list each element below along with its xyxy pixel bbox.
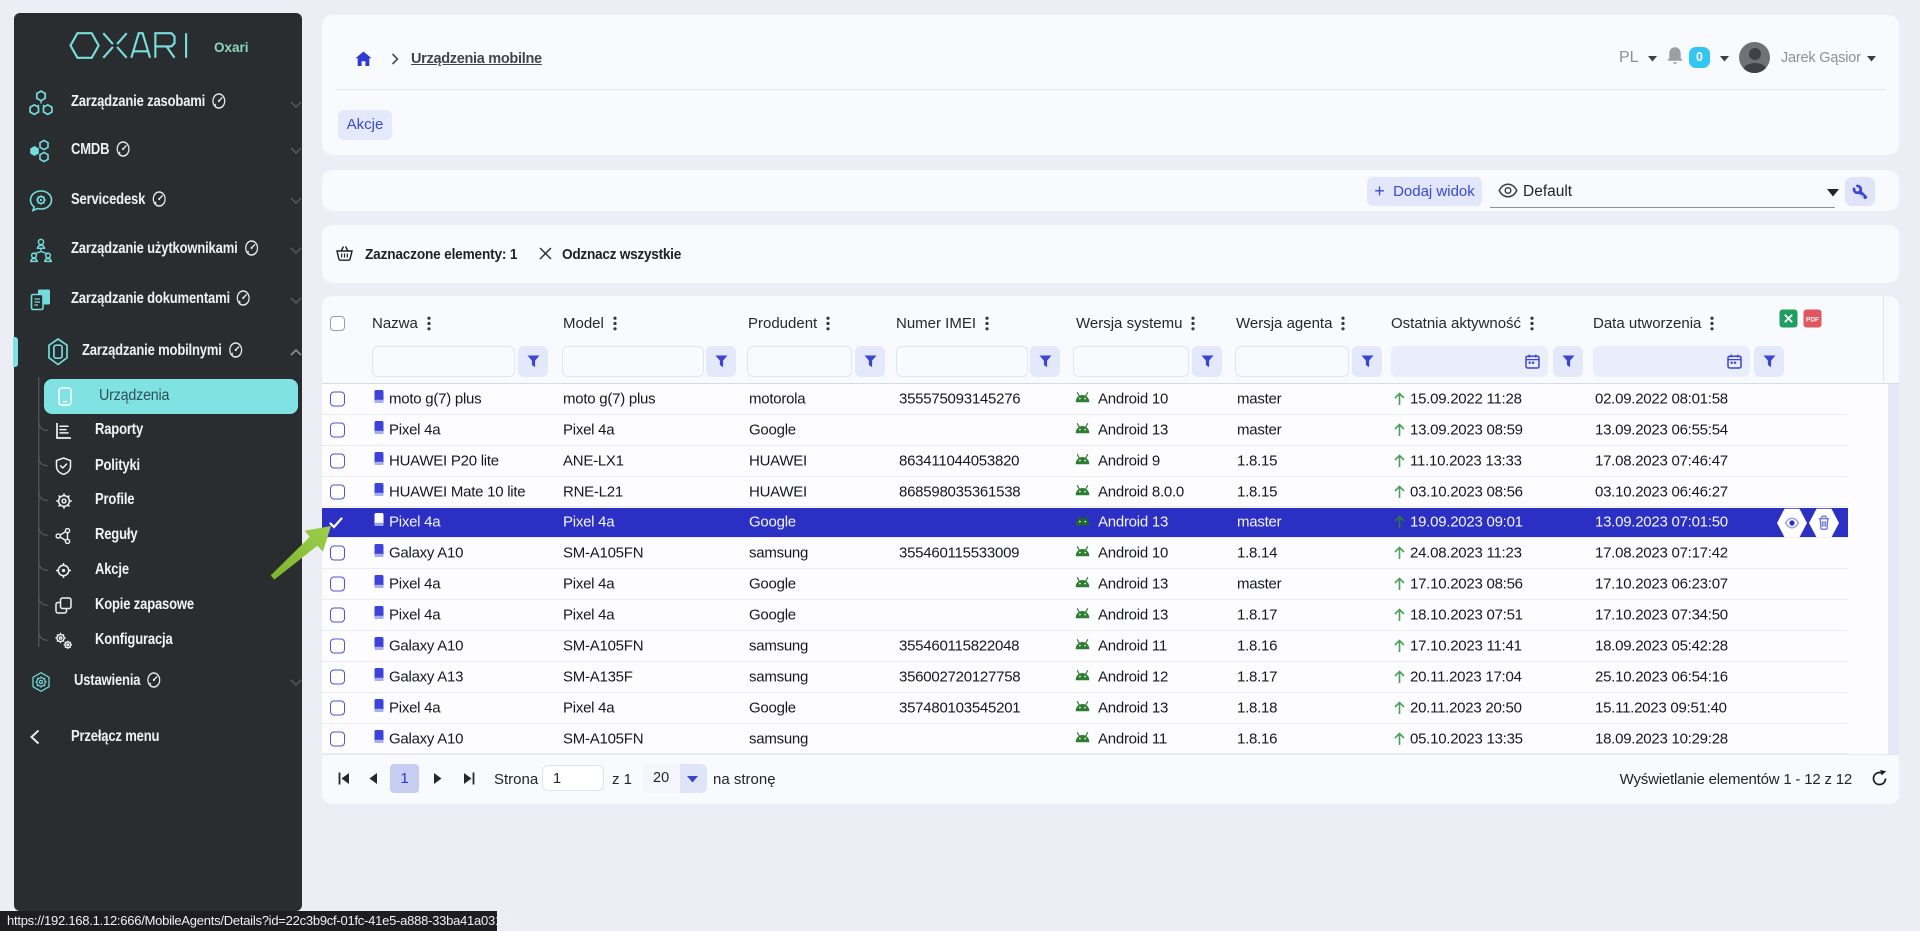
- svg-text:PDF: PDF: [1806, 317, 1819, 324]
